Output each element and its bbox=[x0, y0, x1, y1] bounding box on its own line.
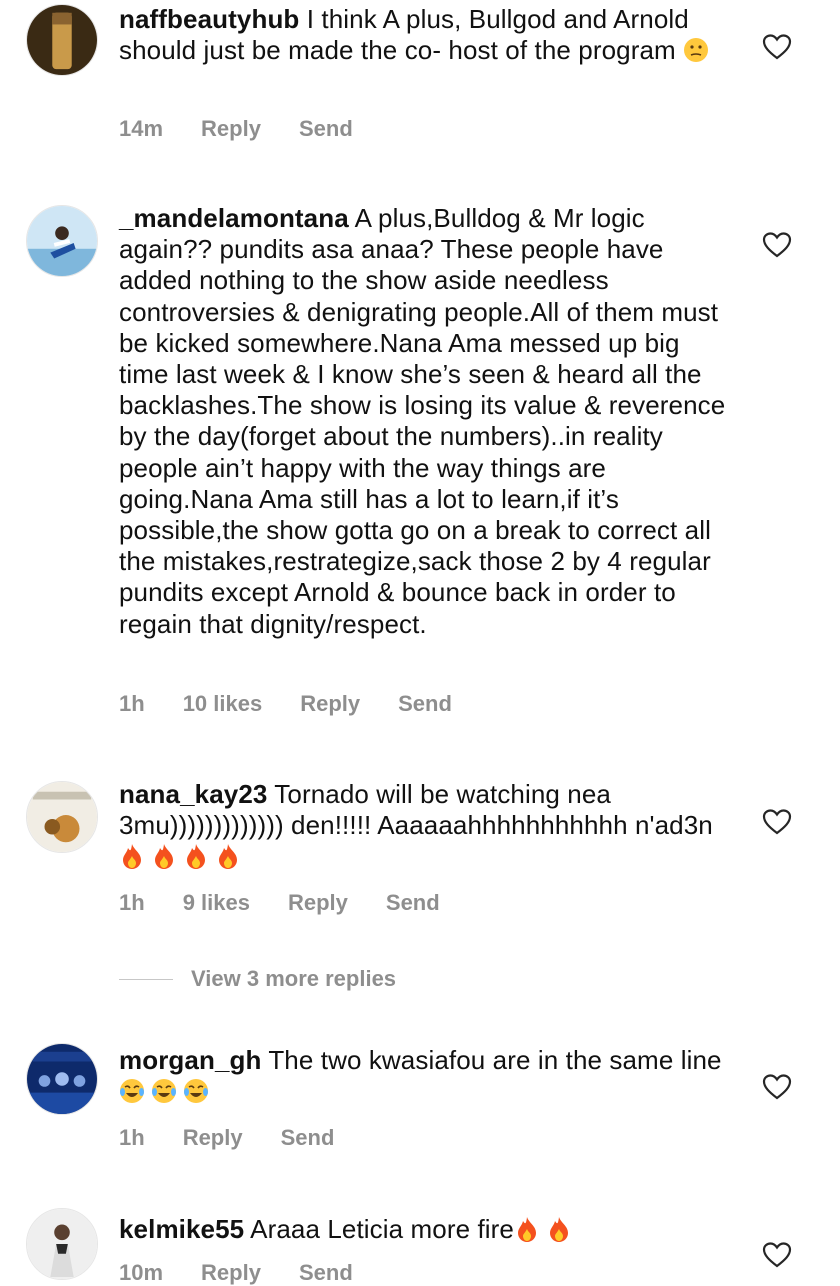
comment-meta: 1h 10 likes Reply Send bbox=[119, 691, 490, 717]
send-button[interactable]: Send bbox=[398, 691, 452, 717]
avatar[interactable] bbox=[26, 1043, 98, 1115]
reply-button[interactable]: Reply bbox=[300, 691, 360, 717]
comment-text: kelmike55 Araaa Leticia more fire bbox=[119, 1214, 729, 1245]
comment-body: The two kwasiafou are in the same line bbox=[261, 1045, 722, 1075]
comment-time: 1h bbox=[119, 1125, 145, 1150]
reply-button[interactable]: Reply bbox=[201, 116, 261, 142]
comment-text: nana_kay23 Tornado will be watching nea … bbox=[119, 779, 729, 873]
view-more-replies[interactable]: View 3 more replies bbox=[119, 966, 396, 992]
send-button[interactable]: Send bbox=[299, 1260, 353, 1286]
comment-username[interactable]: nana_kay23 bbox=[119, 779, 267, 809]
tears-of-joy-icon bbox=[151, 1077, 177, 1105]
heart-icon[interactable] bbox=[762, 1241, 792, 1268]
fire-icon bbox=[546, 1215, 572, 1243]
reply-button[interactable]: Reply bbox=[183, 1125, 243, 1151]
tears-of-joy-icon bbox=[183, 1077, 209, 1105]
comment-text: morgan_gh The two kwasiafou are in the s… bbox=[119, 1045, 729, 1107]
comment-time: 10m bbox=[119, 1260, 164, 1285]
divider bbox=[119, 978, 173, 980]
comment-username[interactable]: morgan_gh bbox=[119, 1045, 261, 1075]
likes-count[interactable]: 10 likes bbox=[183, 691, 263, 717]
fire-icon bbox=[151, 842, 177, 870]
comment-meta: 1h 9 likes Reply Send bbox=[119, 890, 478, 916]
thinking-face-icon bbox=[683, 36, 709, 64]
heart-icon[interactable] bbox=[762, 33, 792, 60]
fire-icon bbox=[183, 842, 209, 870]
avatar[interactable] bbox=[26, 4, 98, 76]
comment-time: 1h bbox=[119, 691, 145, 716]
fire-icon bbox=[215, 842, 241, 870]
comment-username[interactable]: kelmike55 bbox=[119, 1214, 244, 1244]
comment-username[interactable]: naffbeautyhub bbox=[119, 4, 299, 34]
fire-icon bbox=[514, 1215, 540, 1243]
heart-icon[interactable] bbox=[762, 231, 792, 258]
comment-time: 14m bbox=[119, 116, 164, 141]
tears-of-joy-icon bbox=[119, 1077, 145, 1105]
fire-icon bbox=[119, 842, 145, 870]
comment-username[interactable]: _mandelamontana bbox=[119, 203, 349, 233]
avatar[interactable] bbox=[26, 781, 98, 853]
heart-icon[interactable] bbox=[762, 808, 792, 835]
comment-body: A plus,Bulldog & Mr logic again?? pundit… bbox=[119, 203, 726, 639]
avatar[interactable] bbox=[26, 1208, 98, 1280]
comment-body: Araaa Leticia more fire bbox=[244, 1214, 514, 1244]
comment-meta: 14m Reply Send bbox=[119, 116, 391, 142]
send-button[interactable]: Send bbox=[299, 116, 353, 142]
send-button[interactable]: Send bbox=[281, 1125, 335, 1151]
reply-button[interactable]: Reply bbox=[201, 1260, 261, 1286]
avatar[interactable] bbox=[26, 205, 98, 277]
view-more-replies-label[interactable]: View 3 more replies bbox=[191, 966, 396, 992]
comment-text: naffbeautyhub I think A plus, Bullgod an… bbox=[119, 4, 729, 66]
heart-icon[interactable] bbox=[762, 1073, 792, 1100]
comment-meta: 10m Reply Send bbox=[119, 1260, 391, 1286]
comment-text: _mandelamontana A plus,Bulldog & Mr logi… bbox=[119, 203, 729, 640]
likes-count[interactable]: 9 likes bbox=[183, 890, 250, 916]
reply-button[interactable]: Reply bbox=[288, 890, 348, 916]
comment-meta: 1h Reply Send bbox=[119, 1125, 372, 1151]
comment-time: 1h bbox=[119, 890, 145, 915]
send-button[interactable]: Send bbox=[386, 890, 440, 916]
